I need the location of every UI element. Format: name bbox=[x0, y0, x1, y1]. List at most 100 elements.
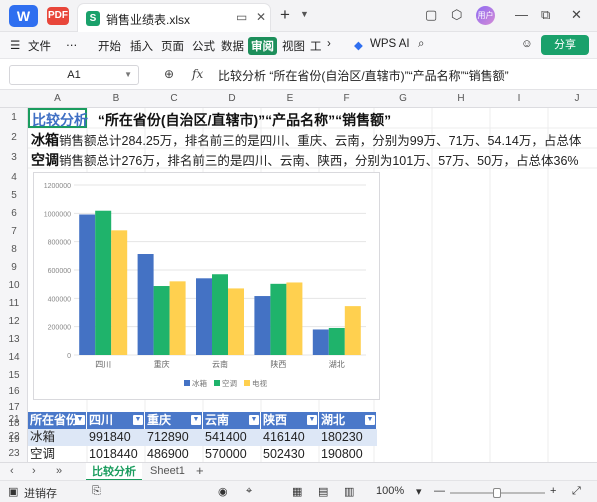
row-3-summary[interactable]: 空调销售额总计276万，排名前三的是四川、云南、陕西，分别为101万、57万、5… bbox=[31, 150, 579, 170]
row-16[interactable]: 16 bbox=[0, 386, 28, 397]
table-cell[interactable]: 570000 bbox=[203, 446, 261, 463]
row-13[interactable]: 13 bbox=[0, 334, 28, 345]
wps-ai-icon[interactable]: ◆ bbox=[354, 38, 363, 52]
maximize-icon[interactable]: ⧉ bbox=[541, 7, 550, 23]
table-cell[interactable]: 416140 bbox=[261, 429, 319, 446]
table-header-shaanxi[interactable]: 陕西 ▼ bbox=[261, 412, 319, 429]
comment-icon[interactable]: ☺ bbox=[521, 38, 533, 50]
col-I[interactable]: I bbox=[490, 93, 548, 104]
sales-bar-chart[interactable]: 1200000 1000000 800000 600000 400000 200000 0 四… bbox=[33, 172, 380, 400]
menu-insert[interactable]: 插入 bbox=[130, 38, 153, 54]
minimize-icon[interactable]: — bbox=[515, 7, 528, 22]
col-C[interactable]: C bbox=[145, 93, 203, 104]
pdf-icon[interactable]: PDF bbox=[47, 7, 69, 25]
menu-wps-ai[interactable]: WPS AI bbox=[370, 38, 410, 50]
row-6[interactable]: 6 bbox=[0, 208, 28, 219]
eye-icon[interactable]: ◉ bbox=[218, 485, 228, 498]
menu-tools[interactable]: 工 bbox=[310, 38, 322, 54]
menu-next-icon[interactable]: › bbox=[327, 38, 331, 50]
zoom-slider-knob[interactable] bbox=[493, 488, 501, 498]
close-tab-icon[interactable]: ✕ bbox=[256, 10, 266, 24]
zoom-slider[interactable] bbox=[450, 488, 545, 498]
sheet-title[interactable]: 比较分析 “所在省份(自治区/直辖市)”“产品名称”“销售额” bbox=[32, 110, 391, 130]
fullscreen-icon[interactable]: ⤢ bbox=[572, 485, 581, 498]
row-15[interactable]: 15 bbox=[0, 370, 28, 381]
zoom-level[interactable]: 100% bbox=[376, 485, 404, 497]
window-restore-icon[interactable]: ▢ bbox=[425, 7, 437, 23]
filter-icon[interactable]: ▼ bbox=[365, 415, 375, 425]
filter-icon[interactable]: ▼ bbox=[249, 415, 259, 425]
name-box-dropdown-icon[interactable]: ▼ bbox=[124, 66, 132, 84]
col-B[interactable]: B bbox=[87, 93, 145, 104]
col-D[interactable]: D bbox=[203, 93, 261, 104]
row-7[interactable]: 7 bbox=[0, 226, 28, 237]
row-21[interactable]: 21 bbox=[0, 414, 28, 425]
row-1[interactable]: 1 bbox=[0, 112, 28, 123]
avatar[interactable]: 用户 bbox=[476, 6, 495, 25]
table-cell[interactable]: 991840 bbox=[87, 429, 145, 446]
hamburger-icon[interactable]: ☰ bbox=[10, 38, 20, 52]
table-cell[interactable]: 541400 bbox=[203, 429, 261, 446]
table-header-hubei[interactable]: 湖北 ▼ bbox=[319, 412, 377, 429]
menu-start[interactable]: 开始 bbox=[98, 38, 121, 54]
page-view-icon[interactable]: ▤ bbox=[318, 485, 328, 498]
col-F[interactable]: F bbox=[319, 93, 374, 104]
filter-icon[interactable]: ▼ bbox=[307, 415, 317, 425]
table-header-chongqing[interactable]: 重庆 ▼ bbox=[145, 412, 203, 429]
share-button[interactable]: 分享 bbox=[541, 35, 589, 55]
menu-review[interactable]: 审阅 bbox=[248, 37, 277, 55]
status-mode[interactable]: 进销存 bbox=[24, 485, 57, 501]
table-cell[interactable]: 486900 bbox=[145, 446, 203, 463]
row-5[interactable]: 5 bbox=[0, 190, 28, 201]
zoom-out-button[interactable]: — bbox=[434, 485, 445, 497]
table-cell[interactable]: 180230 bbox=[319, 429, 377, 446]
row-4[interactable]: 4 bbox=[0, 172, 28, 183]
zoom-in-button[interactable]: + bbox=[550, 485, 556, 497]
menu-page[interactable]: 页面 bbox=[161, 38, 184, 54]
zoom-dropdown-icon[interactable]: ▾ bbox=[416, 485, 422, 498]
table-header-yunnan[interactable]: 云南 ▼ bbox=[203, 412, 261, 429]
sheet-tab-compare[interactable]: 比较分析 bbox=[86, 463, 142, 481]
row-23[interactable]: 23 bbox=[0, 448, 28, 459]
filter-icon[interactable]: ▼ bbox=[191, 415, 201, 425]
row-14[interactable]: 14 bbox=[0, 352, 28, 363]
table-header-province[interactable]: 所在省份 ▼ bbox=[28, 412, 87, 429]
cube-icon[interactable]: ⬡ bbox=[451, 7, 462, 23]
filter-icon[interactable]: ▼ bbox=[133, 415, 143, 425]
close-window-icon[interactable]: ✕ bbox=[571, 7, 582, 23]
formula-input[interactable]: ⊕ fx 比较分析 “所在省份(自治区/直辖市)”“产品名称”“销售额” bbox=[152, 65, 592, 85]
row-11[interactable]: 11 bbox=[0, 298, 28, 309]
document-tab[interactable]: S 销售业绩表.xlsx ▭ ✕ bbox=[77, 3, 271, 32]
target-icon[interactable]: ⌖ bbox=[246, 485, 252, 498]
sheet-tab-sheet1[interactable]: Sheet1 bbox=[150, 465, 185, 477]
fx-icon[interactable]: fx bbox=[192, 67, 203, 81]
sheet-nav-last-icon[interactable]: » bbox=[56, 465, 62, 477]
screen-icon[interactable]: ▭ bbox=[236, 10, 247, 24]
menu-more[interactable]: ⋯ bbox=[66, 38, 78, 52]
table-cell[interactable]: 712890 bbox=[145, 429, 203, 446]
row-10[interactable]: 10 bbox=[0, 280, 28, 291]
table-cell[interactable]: 190800 bbox=[319, 446, 377, 463]
menu-formula[interactable]: 公式 bbox=[192, 38, 215, 54]
table-cell[interactable]: 1018440 bbox=[87, 446, 145, 463]
row-12[interactable]: 12 bbox=[0, 316, 28, 327]
table-cell[interactable]: 冰箱 bbox=[28, 429, 87, 446]
row-2-summary[interactable]: 冰箱销售额总计284.25万，排名前三的是四川、重庆、云南，分别为99万、71万… bbox=[31, 130, 581, 150]
macro-icon[interactable]: ⎘ bbox=[92, 485, 101, 498]
inventory-icon[interactable]: ▣ bbox=[8, 485, 18, 498]
tab-list-icon[interactable]: ▼ bbox=[300, 9, 309, 19]
col-H[interactable]: H bbox=[432, 93, 490, 104]
row-17[interactable]: 17 bbox=[0, 402, 28, 413]
menu-view[interactable]: 视图 bbox=[282, 38, 305, 54]
row-3[interactable]: 3 bbox=[0, 152, 28, 163]
new-tab-icon[interactable]: + bbox=[280, 5, 290, 25]
col-A[interactable]: A bbox=[28, 93, 87, 104]
normal-view-icon[interactable]: ▦ bbox=[292, 485, 302, 498]
wps-logo[interactable]: W bbox=[9, 5, 38, 27]
row-9[interactable]: 9 bbox=[0, 262, 28, 273]
table-header-sichuan[interactable]: 四川 ▼ bbox=[87, 412, 145, 429]
row-22[interactable]: 22 bbox=[0, 431, 28, 442]
menu-file[interactable]: 文件 bbox=[28, 38, 51, 54]
col-E[interactable]: E bbox=[261, 93, 319, 104]
name-box[interactable]: A1 ▼ bbox=[9, 65, 139, 85]
